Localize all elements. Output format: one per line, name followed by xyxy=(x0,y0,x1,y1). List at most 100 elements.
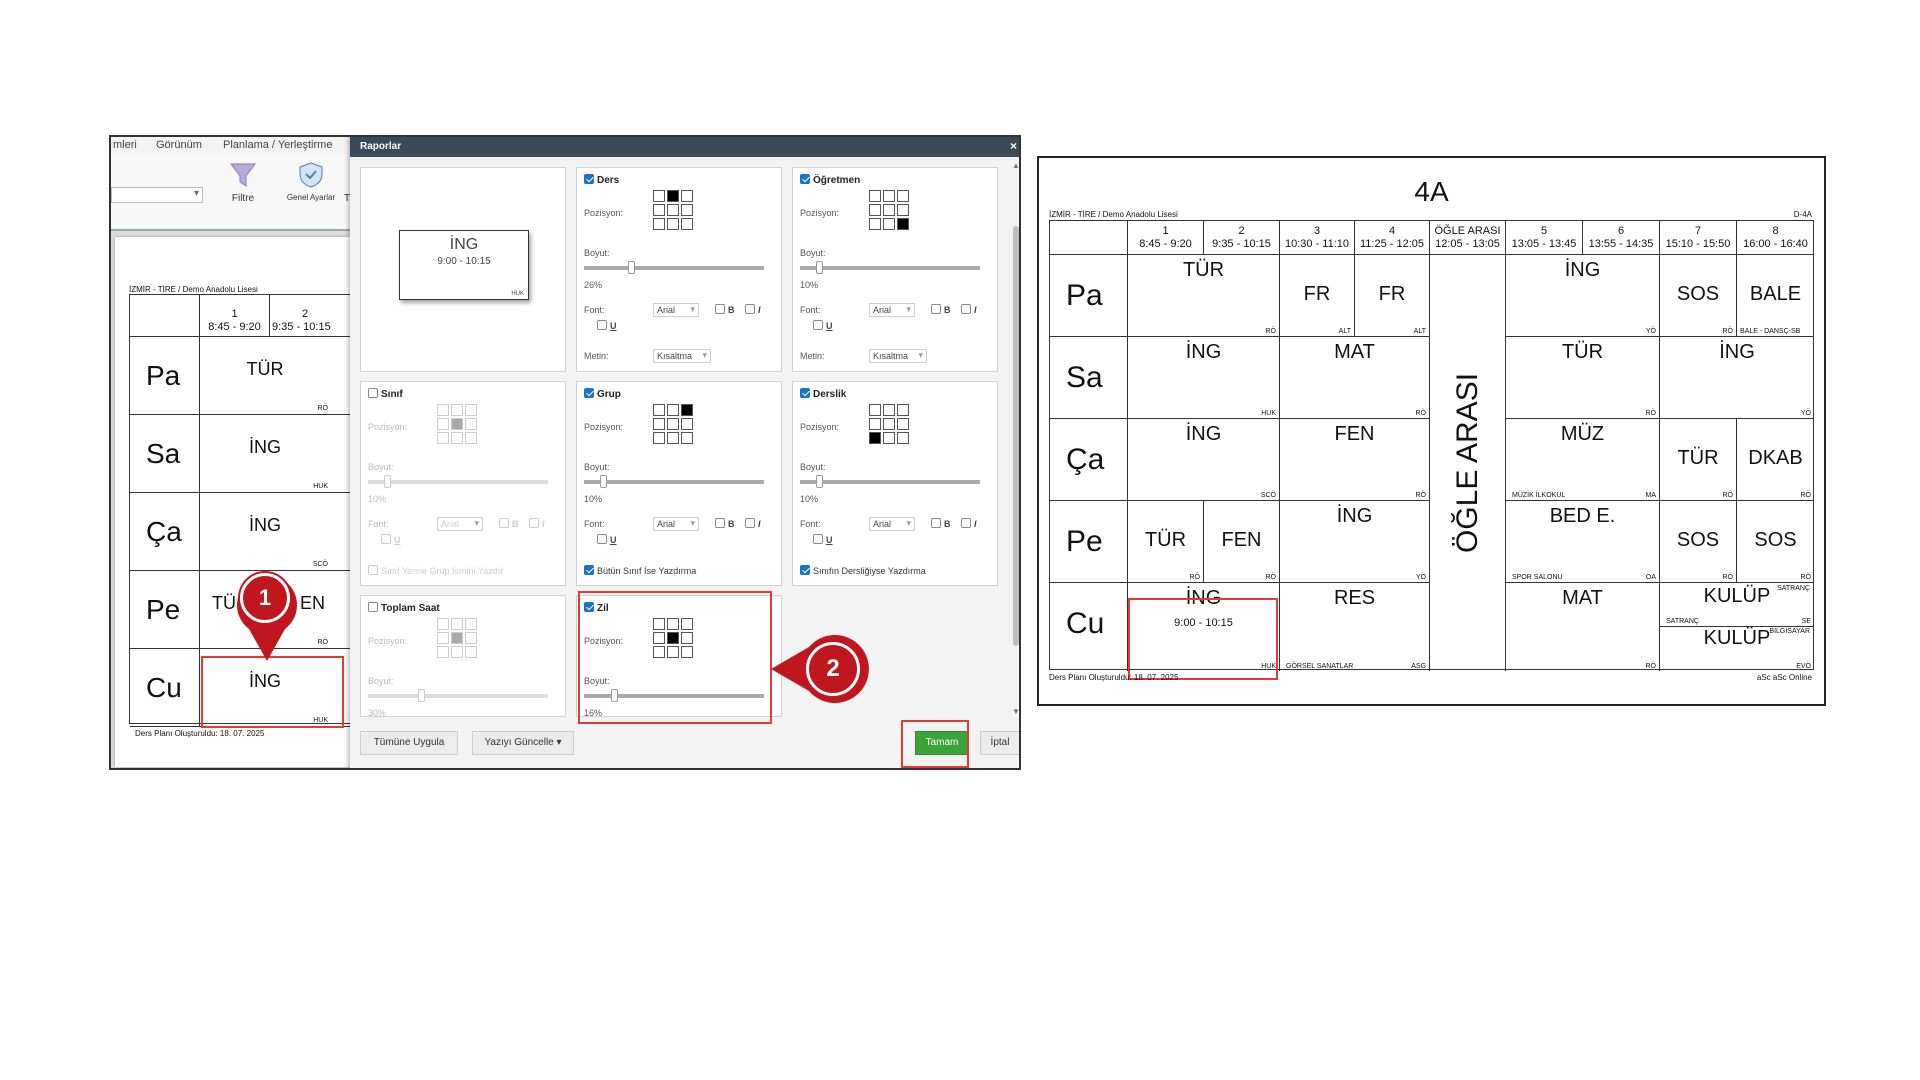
general-settings-label: Genel Ayarlar xyxy=(286,193,336,202)
panel-ders: Ders Pozisyon: Boyut: 26% Font: Arial B … xyxy=(576,167,782,372)
menu-item-planning[interactable]: Planlama / Yerleştirme xyxy=(223,139,332,151)
text-label: Metin: xyxy=(584,351,609,361)
lesson-cell: FR ALT xyxy=(1355,255,1430,337)
dialog-scrollbar[interactable]: ▲ ▼ xyxy=(1011,161,1019,717)
font-select[interactable]: Arial xyxy=(653,303,699,317)
sinif-toggle[interactable]: Sınıf xyxy=(368,388,403,400)
callout-badge-2: 2 xyxy=(806,642,860,696)
school-name: İZMİR - TİRE / Demo Anadolu Lisesi xyxy=(1049,210,1178,219)
apply-all-button[interactable]: Tümüne Uygula xyxy=(360,731,458,755)
size-slider[interactable] xyxy=(800,475,980,488)
menu-item-modules[interactable]: mleri xyxy=(113,139,137,151)
italic-toggle[interactable]: I xyxy=(961,304,977,315)
checkbox[interactable] xyxy=(800,388,810,398)
lesson-cell: FR ALT xyxy=(1280,255,1355,337)
bold-toggle[interactable]: B xyxy=(715,518,735,529)
italic-toggle[interactable]: I xyxy=(961,518,977,529)
position-label: Pozisyon: xyxy=(368,422,408,432)
preview-cell: İNG SCÖ xyxy=(200,493,353,571)
font-label: Font: xyxy=(584,519,605,529)
bold-toggle[interactable]: B xyxy=(715,304,735,315)
preview-day: Pa xyxy=(130,337,200,415)
scroll-down-icon[interactable]: ▼ xyxy=(1012,707,1019,716)
size-slider[interactable] xyxy=(800,261,980,274)
period-header: 1 8:45 - 9:20 xyxy=(1128,221,1204,255)
update-text-button[interactable]: Yazıyı Güncelle ▾ xyxy=(472,731,574,755)
lesson-cell: İNG SCÖ xyxy=(1128,419,1280,501)
position-grid[interactable] xyxy=(869,404,911,446)
checkbox[interactable] xyxy=(800,174,810,184)
panel-derslik: Derslik Pozisyon: Boyut: 10% Font: Arial… xyxy=(792,381,998,586)
period-header: ÖĞLE ARASI 12:05 - 13:05 xyxy=(1430,221,1506,255)
checkbox[interactable] xyxy=(368,388,378,398)
italic-toggle[interactable]: I xyxy=(745,304,761,315)
position-label: Pozisyon: xyxy=(584,208,624,218)
toolbar-combo[interactable] xyxy=(111,187,203,203)
period-header: 4 11:25 - 12:05 xyxy=(1355,221,1430,255)
underline-toggle[interactable]: U xyxy=(597,534,617,545)
text-select[interactable]: Kısaltma xyxy=(869,349,927,363)
ogretmen-toggle[interactable]: Öğretmen xyxy=(800,174,860,186)
menu-item-view[interactable]: Görünüm xyxy=(156,139,202,151)
grup-toggle[interactable]: Grup xyxy=(584,388,621,400)
preview-school: İZMİR - TİRE / Demo Anadolu Lisesi xyxy=(129,285,258,294)
preview-footer: Ders Planı Oluşturuldu: 18. 07. 2025 xyxy=(135,729,265,738)
close-icon[interactable]: × xyxy=(1010,139,1017,153)
sample-teacher: HUK xyxy=(511,291,524,297)
size-value: 10% xyxy=(800,280,819,290)
text-label: Metin: xyxy=(800,351,825,361)
text-select[interactable]: Kısaltma xyxy=(653,349,711,363)
general-settings-button[interactable]: Genel Ayarlar xyxy=(281,161,341,202)
underline-toggle[interactable]: U xyxy=(813,320,833,331)
sample-time: 9:00 - 10:15 xyxy=(437,256,491,267)
scroll-up-icon[interactable]: ▲ xyxy=(1012,161,1019,170)
checkbox[interactable] xyxy=(584,388,594,398)
bold-toggle[interactable]: B xyxy=(931,304,951,315)
underline-toggle[interactable]: U xyxy=(813,534,833,545)
font-select[interactable]: Arial xyxy=(653,517,699,531)
position-grid[interactable] xyxy=(653,190,695,232)
position-grid[interactable] xyxy=(653,404,695,446)
scroll-thumb[interactable] xyxy=(1013,226,1019,646)
font-label: Font: xyxy=(368,519,389,529)
preview-cell: İNG HUK xyxy=(200,415,353,493)
font-label: Font: xyxy=(800,305,821,315)
position-grid[interactable] xyxy=(869,190,911,232)
highlight-bell-time-cell xyxy=(1128,598,1278,680)
filter-label: Filtre xyxy=(231,193,255,204)
whole-class-option[interactable]: Bütün Sınıf İse Yazdırma xyxy=(584,565,696,576)
room-option[interactable]: Sınıfın Dersliğiyse Yazdırma xyxy=(800,565,926,576)
day-label: Pe xyxy=(1050,501,1128,583)
bold-toggle[interactable]: B xyxy=(931,518,951,529)
lesson-cell: RES GÖRSEL SANATLAR ASG xyxy=(1280,583,1430,671)
lesson-cell: SOS RÖ xyxy=(1660,501,1737,583)
lesson-cell: TÜR RÖ xyxy=(1506,337,1660,419)
font-select[interactable]: Arial xyxy=(869,303,915,317)
ders-toggle[interactable]: Ders xyxy=(584,174,619,186)
checkbox[interactable] xyxy=(368,602,378,612)
toplam-saat-toggle[interactable]: Toplam Saat xyxy=(368,602,440,614)
dialog-title-bar: Raporlar xyxy=(350,137,1019,157)
day-label: Ça xyxy=(1050,419,1128,501)
underline-toggle[interactable]: U xyxy=(597,320,617,331)
highlight-zil-panel xyxy=(578,591,772,724)
font-select: Arial xyxy=(437,517,483,531)
derslik-toggle[interactable]: Derslik xyxy=(800,388,846,400)
period-header: 5 13:05 - 13:45 xyxy=(1506,221,1583,255)
size-slider[interactable] xyxy=(584,261,764,274)
font-select[interactable]: Arial xyxy=(869,517,915,531)
callout-badge-1: 1 xyxy=(240,573,290,623)
lunch-break-label: ÖĞLE ARASI xyxy=(1450,372,1484,554)
checkbox[interactable] xyxy=(584,174,594,184)
panel-sinif: Sınıf Pozisyon: Boyut: 10% Font: Arial B… xyxy=(360,381,566,586)
italic-toggle[interactable]: I xyxy=(745,518,761,529)
timetable-output: 4A İZMİR - TİRE / Demo Anadolu Lisesi D-… xyxy=(1037,156,1826,706)
cancel-button[interactable]: İptal xyxy=(980,731,1019,755)
lesson-cell: BALE BALE - DANSÇ-SB xyxy=(1737,255,1814,337)
filter-button[interactable]: Filtre xyxy=(223,161,263,204)
position-grid xyxy=(437,404,479,446)
size-slider[interactable] xyxy=(584,475,764,488)
size-label: Boyut: xyxy=(368,462,394,472)
day-label: Cu xyxy=(1050,583,1128,671)
shield-icon xyxy=(299,162,323,188)
